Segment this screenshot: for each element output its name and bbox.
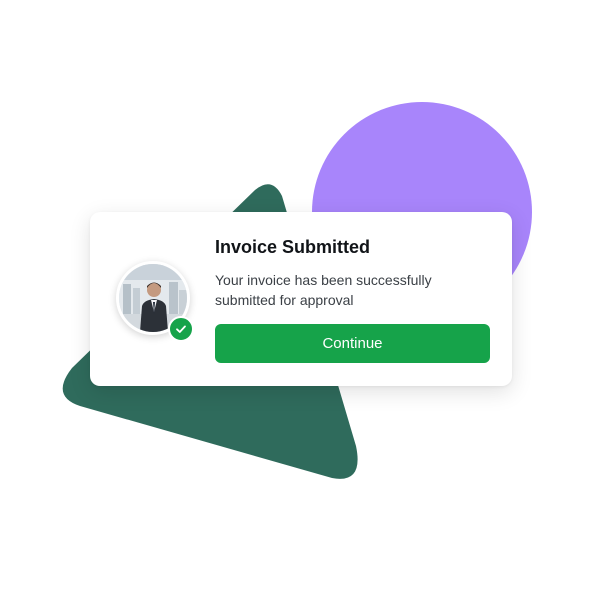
continue-button[interactable]: Continue [215,324,490,363]
avatar-container [116,261,194,342]
app-canvas: Invoice Submitted Your invoice has been … [0,0,600,600]
check-icon [176,325,186,333]
invoice-submitted-dialog: Invoice Submitted Your invoice has been … [90,212,512,386]
dialog-title: Invoice Submitted [215,237,371,257]
success-badge [168,316,194,342]
dialog-message: Your invoice has been successfully submi… [215,272,432,308]
